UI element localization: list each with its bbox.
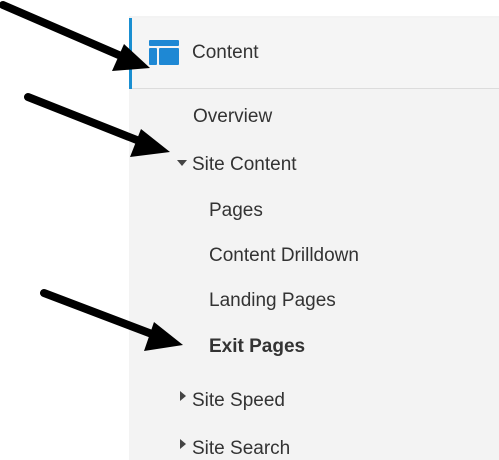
nav-item-site-content[interactable]: Site Content [192, 154, 297, 176]
navigation-panel: Content Overview Site Content Pages Cont… [129, 16, 499, 460]
content-header-label: Content [192, 42, 259, 63]
active-accent-bar [129, 18, 132, 89]
nav-item-overview[interactable]: Overview [193, 106, 272, 128]
caret-down-icon[interactable] [177, 160, 187, 166]
caret-right-icon[interactable] [180, 391, 186, 401]
nav-item-site-speed[interactable]: Site Speed [192, 390, 285, 412]
nav-item-content-drilldown[interactable]: Content Drilldown [209, 245, 359, 267]
content-section-header[interactable]: Content [129, 18, 499, 89]
screenshot-stage: Content Overview Site Content Pages Cont… [0, 0, 499, 460]
content-layout-icon [149, 40, 179, 65]
nav-item-site-search[interactable]: Site Search [192, 438, 290, 460]
arrow-annotation-content [0, 1, 150, 71]
nav-item-pages[interactable]: Pages [209, 200, 263, 222]
caret-right-icon[interactable] [180, 439, 186, 449]
nav-item-landing-pages[interactable]: Landing Pages [209, 290, 336, 312]
nav-item-exit-pages[interactable]: Exit Pages [209, 336, 305, 358]
